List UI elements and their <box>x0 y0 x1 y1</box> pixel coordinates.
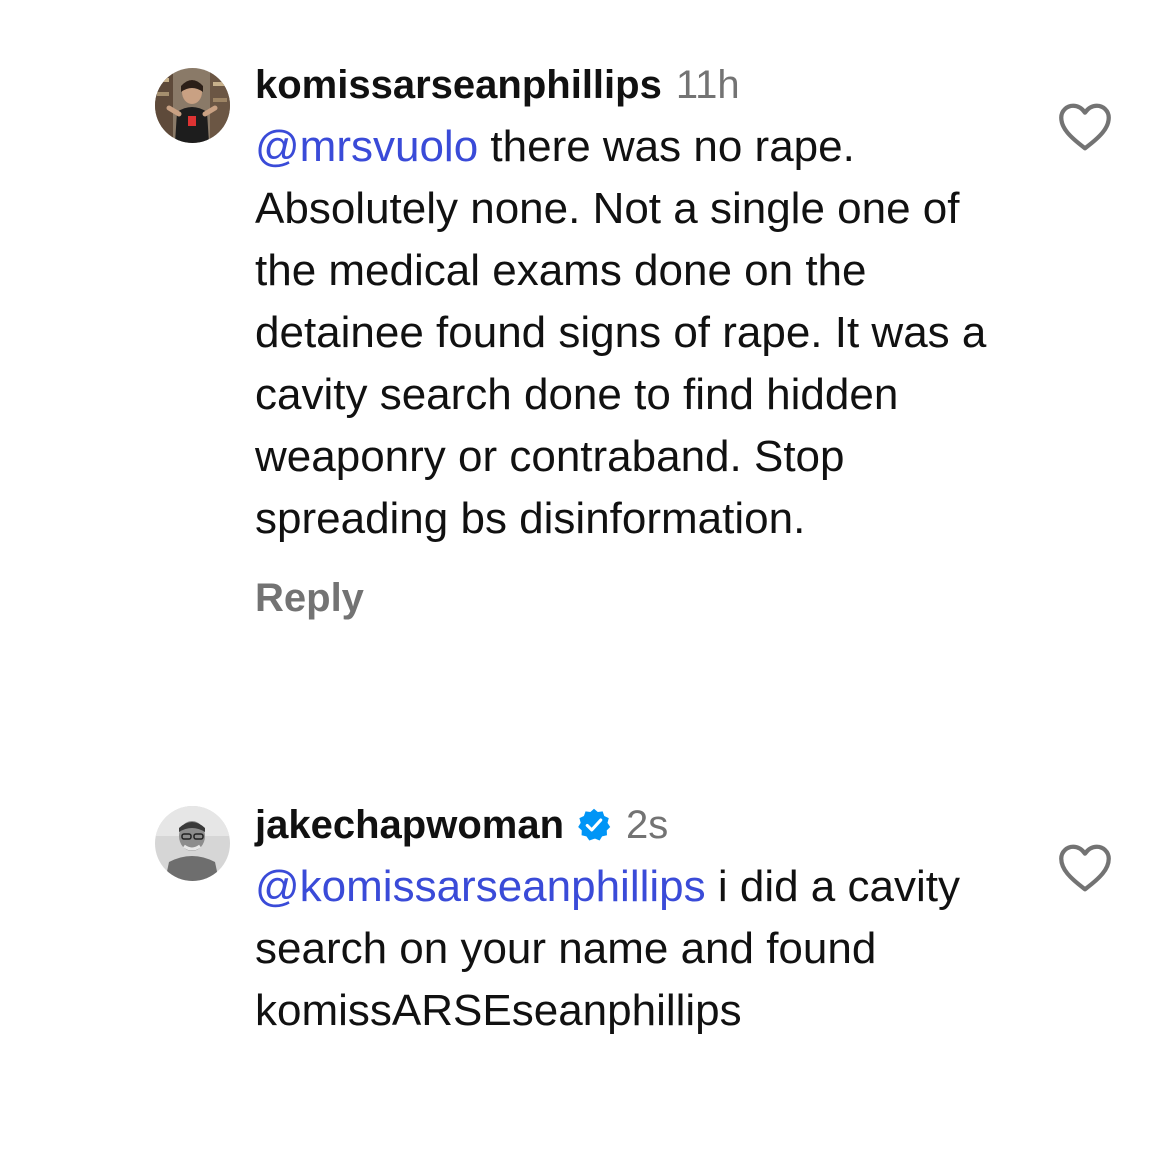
mention-link[interactable]: @mrsvuolo <box>255 122 478 171</box>
mention-link[interactable]: @komissarseanphillips <box>255 862 706 911</box>
comment-username[interactable]: jakechapwoman <box>255 800 564 850</box>
heart-outline-icon <box>1059 844 1111 892</box>
comment-username[interactable]: komissarseanphillips <box>255 60 662 110</box>
heart-outline-icon <box>1059 103 1111 151</box>
comment-body: komissarseanphillips 11h @mrsvuolo there… <box>255 60 1020 621</box>
comment-timestamp: 11h <box>675 63 740 107</box>
comment-text: @komissarseanphillips i did a cavity sea… <box>255 856 1020 1042</box>
verified-badge-icon <box>576 807 612 843</box>
avatar[interactable] <box>155 68 230 143</box>
avatar[interactable] <box>155 806 230 881</box>
like-button[interactable] <box>1055 97 1115 157</box>
comment-body: jakechapwoman 2s @komissarseanphillips i… <box>255 800 1020 1042</box>
comment-timestamp: 2s <box>626 803 669 847</box>
avatar-photo <box>155 68 230 143</box>
reply-button[interactable]: Reply <box>255 576 364 621</box>
comment-meta: komissarseanphillips 11h <box>255 60 1020 110</box>
like-button[interactable] <box>1055 838 1115 898</box>
comment-meta: jakechapwoman 2s <box>255 800 1020 850</box>
avatar-photo <box>155 806 230 881</box>
comment-text-content: there was no rape. Absolutely none. Not … <box>255 122 987 543</box>
comment-text: @mrsvuolo there was no rape. Absolutely … <box>255 116 1020 550</box>
